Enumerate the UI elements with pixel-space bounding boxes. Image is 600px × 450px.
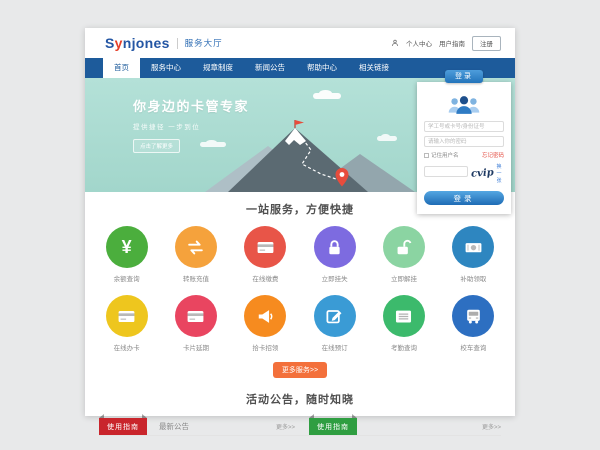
- personal-center-link[interactable]: 个人中心: [406, 38, 432, 48]
- user-guide-link[interactable]: 用户指南: [439, 38, 465, 48]
- left-secondary-tab[interactable]: 最新公告: [159, 421, 189, 432]
- service-subsidy-collect[interactable]: 补助领取: [439, 226, 508, 283]
- service-lost-found[interactable]: 拾卡招领: [231, 295, 300, 352]
- captcha-row: cvip 换一张: [424, 163, 504, 184]
- left-tab-group: 使用指南 最新公告 更多>>: [99, 418, 295, 435]
- card-icon: [186, 307, 205, 326]
- top-bar: Synjones 服务大厅 个人中心 用户指南 注册: [85, 28, 515, 58]
- services-grid: ¥余额查询 转账充值 在线缴费 立即挂失 立即解挂 补助领取 在线办卡 卡片延期…: [92, 226, 508, 352]
- nav-item-rules[interactable]: 规章制度: [192, 58, 244, 78]
- service-online-card-apply[interactable]: 在线办卡: [92, 295, 161, 352]
- more-services-button[interactable]: 更多服务>>: [273, 362, 327, 378]
- service-transfer-recharge[interactable]: 转账充值: [161, 226, 230, 283]
- hero-cta-button[interactable]: 点击了解更多: [133, 139, 180, 153]
- site-name: 服务大厅: [185, 37, 223, 49]
- logo-accent: y: [115, 35, 123, 51]
- synjones-logo: Synjones: [105, 35, 170, 51]
- hero-copy: 你身边的卡管专家 提供捷径 一步到位 点击了解更多: [133, 96, 249, 153]
- forgot-password-link[interactable]: 忘记密码: [482, 151, 504, 159]
- transfer-icon: [186, 238, 205, 257]
- left-primary-tab[interactable]: 使用指南: [99, 418, 147, 435]
- unlock-icon: [394, 238, 413, 257]
- portal-page: Synjones 服务大厅 个人中心 用户指南 注册 首页 服务中心 规章制度 …: [85, 28, 515, 416]
- nav-item-links[interactable]: 相关链接: [348, 58, 400, 78]
- nav-item-home[interactable]: 首页: [103, 58, 140, 78]
- right-primary-tab[interactable]: 使用指南: [309, 418, 357, 435]
- right-tab-group: 使用指南 更多>>: [309, 418, 501, 435]
- user-icon: [391, 39, 399, 47]
- nav-item-service-center[interactable]: 服务中心: [140, 58, 192, 78]
- cloud-graphic: [377, 136, 397, 141]
- service-attendance-inquiry[interactable]: 考勤查询: [369, 295, 438, 352]
- announcements-section: 活动公告，随时知晓 使用指南 最新公告 更多>> 使用指南 更多>>: [85, 391, 515, 436]
- remember-checkbox[interactable]: [424, 153, 429, 158]
- right-more-link[interactable]: 更多>>: [482, 422, 501, 431]
- login-submit-button[interactable]: 登录: [424, 191, 504, 205]
- card-icon: [256, 238, 275, 257]
- logo-text: S: [105, 35, 115, 51]
- banknote-icon: [464, 238, 483, 257]
- announcements-title: 活动公告，随时知晓: [85, 391, 515, 407]
- announcement-tabs: 使用指南 最新公告 更多>> 使用指南 更多>>: [99, 418, 501, 436]
- service-card-extension[interactable]: 卡片延期: [161, 295, 230, 352]
- captcha-input[interactable]: [424, 166, 468, 177]
- list-icon: [394, 307, 413, 326]
- captcha-image[interactable]: cvip: [470, 167, 493, 180]
- edit-icon: [325, 307, 344, 326]
- hero-subtitle: 提供捷径 一步到位: [133, 121, 249, 131]
- megaphone-icon: [256, 307, 275, 326]
- hero-title: 你身边的卡管专家: [133, 96, 249, 115]
- flag-icon: [295, 120, 304, 125]
- password-input[interactable]: [424, 136, 504, 147]
- captcha-refresh-link[interactable]: 换一张: [497, 163, 504, 184]
- top-utility-links: 个人中心 用户指南 注册: [391, 36, 501, 51]
- logo-divider: [177, 38, 178, 49]
- service-balance-inquiry[interactable]: ¥余额查询: [92, 226, 161, 283]
- users-group-icon: [446, 95, 482, 115]
- card-icon: [117, 307, 136, 326]
- service-school-bus-inquiry[interactable]: 校车查询: [439, 295, 508, 352]
- register-button[interactable]: 注册: [472, 36, 501, 51]
- logo-text-2: njones: [123, 35, 170, 51]
- nav-item-news[interactable]: 新闻公告: [244, 58, 296, 78]
- cloud-graphic: [313, 93, 341, 99]
- lock-icon: [325, 238, 344, 257]
- service-cancel-loss[interactable]: 立即解挂: [369, 226, 438, 283]
- services-section: 一站服务，方便快捷 ¥余额查询 转账充值 在线缴费 立即挂失 立即解挂 补助领取…: [85, 192, 515, 378]
- remember-row: 记住用户名 忘记密码: [424, 151, 504, 159]
- service-report-loss[interactable]: 立即挂失: [300, 226, 369, 283]
- yuan-icon: ¥: [122, 238, 132, 256]
- login-panel: 登录 记住用户名 忘记密码 cvip 换一张 登录: [417, 82, 511, 214]
- login-tab[interactable]: 登录: [445, 70, 483, 83]
- username-input[interactable]: [424, 121, 504, 132]
- bus-icon: [464, 307, 483, 326]
- left-more-link[interactable]: 更多>>: [276, 422, 295, 431]
- remember-label: 记住用户名: [431, 151, 459, 159]
- service-online-payment[interactable]: 在线缴费: [231, 226, 300, 283]
- service-online-booking[interactable]: 在线预订: [300, 295, 369, 352]
- nav-item-help-center[interactable]: 帮助中心: [296, 58, 348, 78]
